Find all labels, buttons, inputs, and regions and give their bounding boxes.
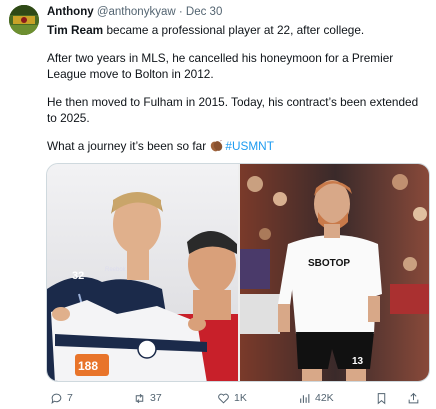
paragraph-1-rest: became a professional player at 22, afte… [103,23,365,37]
shirt-sponsor-sbotop: SBOTOP [308,258,350,269]
paragraph-4-text: What a journey it’s been so far [47,139,210,153]
jersey-number-32: 32 [72,270,84,282]
heart-icon [218,393,229,404]
hashtag-link[interactable]: #USMNT [225,139,274,153]
sponsor-188: 188 [78,359,98,373]
tweet-header: Anthony @anthonykyaw · Dec 30 [47,5,222,19]
bookmark-icon [377,392,386,404]
shirt-number-13: 13 [352,356,364,367]
photo-fulham-match[interactable]: SBOTOP 13 [240,164,429,381]
retweet-icon [135,393,144,403]
reply-icon [51,393,62,404]
bold-name: Tim Ream [47,23,104,37]
share-icon [408,392,419,403]
bookmark-button[interactable] [375,390,388,406]
media-grid: 32 Reebok 188 SBOTOP 13 [46,163,430,382]
clapping-hands-icon [210,139,223,152]
paragraph-2: After two years in MLS, he cancelled his… [47,51,394,81]
separator-dot: · [178,6,183,18]
kit-brand-left: Reebok [105,267,127,273]
action-bar: 7 37 1K 42K [50,390,432,406]
tweet-text: Tim Ream became a professional player at… [47,22,429,154]
paragraph-1: Tim Ream became a professional player at… [47,22,429,38]
tweet-date[interactable]: Dec 30 [186,6,222,18]
retweet-button[interactable]: 37 [133,390,162,406]
avatar[interactable] [9,5,39,35]
bar-chart-icon [300,393,310,403]
views-count: 42K [315,392,334,404]
like-count: 1K [234,392,247,404]
share-button[interactable] [407,390,420,406]
author-name[interactable]: Anthony [47,6,94,18]
reply-count: 7 [67,392,73,404]
author-handle[interactable]: @anthonykyaw [97,6,176,18]
tweet[interactable]: Anthony @anthonykyaw · Dec 30 Tim Ream b… [0,0,436,409]
paragraph-4: What a journey it’s been so far #USMNT [47,138,429,154]
reply-button[interactable]: 7 [50,390,73,406]
views-button[interactable]: 42K [298,390,334,406]
paragraph-3: He then moved to Fulham in 2015. Today, … [47,95,419,125]
photo-bolton-jersey[interactable]: 32 Reebok 188 [47,164,238,381]
like-button[interactable]: 1K [217,390,247,406]
retweet-count: 37 [150,392,162,404]
